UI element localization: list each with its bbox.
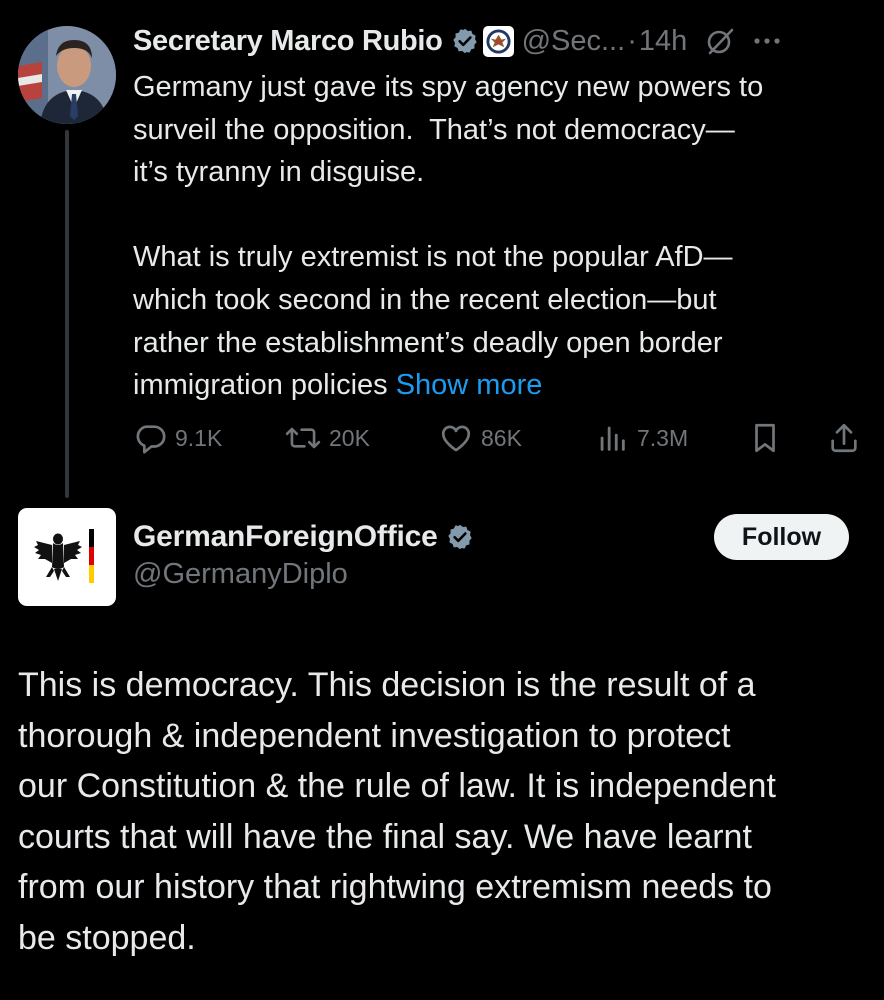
header-separator: · <box>627 24 637 57</box>
repost-button[interactable]: 20K <box>285 416 370 460</box>
heart-icon <box>441 425 471 452</box>
thread-connector-line <box>65 130 69 498</box>
grok-icon[interactable] <box>705 26 735 56</box>
german-foreign-office-avatar[interactable] <box>18 508 116 606</box>
views-button[interactable]: 7.3M <box>595 416 688 460</box>
verified-badge-icon[interactable] <box>451 27 479 55</box>
repost-count: 20K <box>329 424 370 451</box>
share-button[interactable] <box>827 416 861 460</box>
parent-tweet-body: Germany just gave its spy agency new pow… <box>133 71 764 402</box>
follow-button[interactable]: Follow <box>714 514 849 560</box>
reply-button[interactable]: 9.1K <box>133 416 222 460</box>
views-icon <box>600 426 625 451</box>
repost-icon <box>285 427 321 449</box>
reply-icon <box>136 425 166 454</box>
show-more-link[interactable]: Show more <box>396 369 543 401</box>
timeline: Secretary Marco Rubio @Sec... · 14h Germ… <box>0 0 884 1000</box>
reply-tweet-header: GermanForeignOffice <box>133 516 474 558</box>
verified-badge-icon[interactable] <box>446 523 474 551</box>
share-icon <box>831 423 857 453</box>
rubio-display-name[interactable]: Secretary Marco Rubio <box>133 25 443 58</box>
rubio-avatar[interactable] <box>18 26 116 124</box>
gfo-handle[interactable]: @GermanyDiplo <box>133 558 348 591</box>
more-icon[interactable] <box>751 26 783 56</box>
reply-count: 9.1K <box>175 424 223 451</box>
like-count: 86K <box>481 424 522 451</box>
gfo-display-name[interactable]: GermanForeignOffice <box>133 520 438 554</box>
view-count: 7.3M <box>637 424 689 451</box>
reply-tweet-text: This is democracy. This decision is the … <box>18 666 776 957</box>
bookmark-button[interactable] <box>748 416 782 460</box>
rubio-handle[interactable]: @Sec... <box>522 25 626 58</box>
bookmark-icon <box>755 423 775 453</box>
state-department-seal-icon[interactable] <box>482 25 514 57</box>
tweet-timestamp[interactable]: 14h <box>639 25 687 58</box>
federal-eagle-logo <box>34 529 94 583</box>
like-button[interactable]: 86K <box>439 416 522 460</box>
action-bar: 9.1K 20K 86K 7.3M <box>133 416 863 460</box>
parent-tweet-header: Secretary Marco Rubio @Sec... · 14h <box>133 20 783 62</box>
parent-tweet-text: Germany just gave its spy agency new pow… <box>133 66 863 407</box>
